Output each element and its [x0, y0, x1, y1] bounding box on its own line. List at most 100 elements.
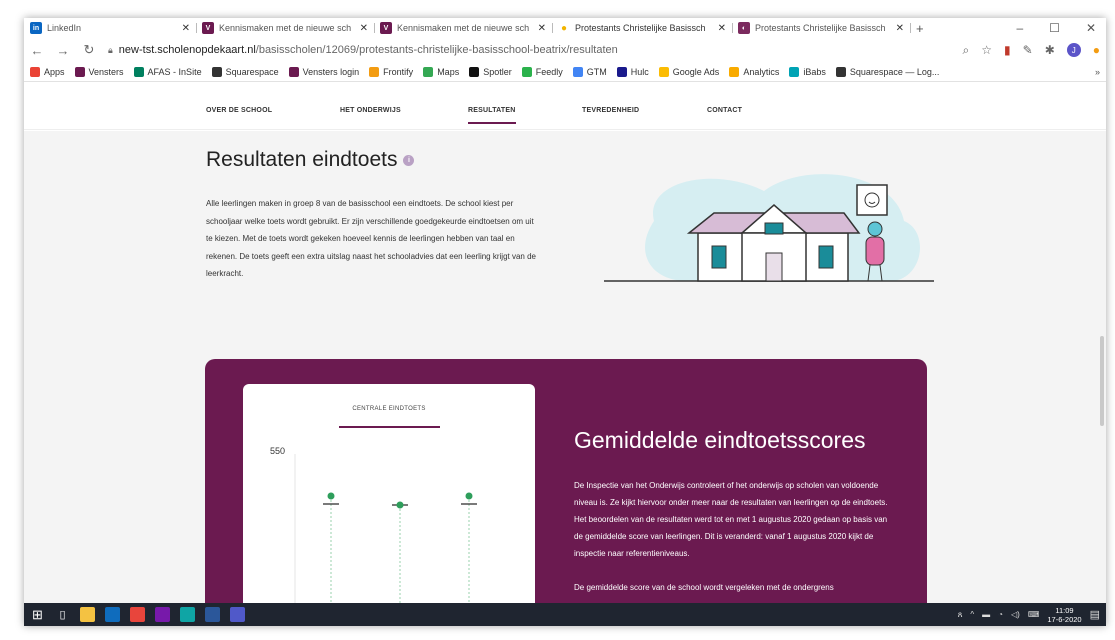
- close-icon[interactable]: ✕: [360, 23, 368, 34]
- windows-start-icon[interactable]: ⊞: [30, 607, 45, 622]
- nav-tevredenheid[interactable]: TEVREDENHEID: [582, 107, 639, 114]
- scholen-icon: ●: [560, 22, 568, 34]
- bookmark-item[interactable]: Google Ads: [658, 66, 720, 77]
- word-icon[interactable]: [205, 607, 220, 622]
- bookmark-icon: [133, 66, 144, 77]
- bookmark-label: Frontify: [383, 66, 414, 77]
- bookmark-label: iBabs: [803, 66, 826, 77]
- close-icon[interactable]: ✕: [182, 23, 190, 34]
- tab-linkedin[interactable]: in LinkedIn ✕: [24, 18, 196, 38]
- tab-kennismaken-2[interactable]: V Kennismaken met de nieuwe sch ✕: [374, 18, 552, 38]
- nav-contact[interactable]: CONTACT: [707, 107, 742, 114]
- new-tab-button[interactable]: +: [910, 18, 934, 38]
- volume-icon[interactable]: ◁): [1011, 610, 1020, 619]
- bookmark-item[interactable]: Squarespace — Log...: [835, 66, 939, 77]
- teams-icon[interactable]: [230, 607, 245, 622]
- bookmark-item[interactable]: Hulc: [616, 66, 649, 77]
- notifications-icon[interactable]: ▤: [1090, 608, 1100, 621]
- intro-text: Alle leerlingen maken in groep 8 van de …: [206, 199, 536, 278]
- bookmark-icon: [74, 66, 85, 77]
- url-domain: new-tst.scholenopdekaart.nl: [118, 44, 256, 56]
- bookmark-icon: [616, 66, 627, 77]
- bookmark-label: Vensters login: [302, 66, 360, 77]
- tab-protestants-2[interactable]: ◐ Protestants Christelijke Basissch ✕: [732, 18, 910, 38]
- tab-label: LinkedIn: [47, 23, 82, 33]
- file-explorer-icon[interactable]: [80, 607, 95, 622]
- panel-paragraph-1: De Inspectie van het Onderwijs controlee…: [574, 481, 888, 558]
- bookmark-item[interactable]: AFAS - InSite: [133, 66, 202, 77]
- scores-panel: CENTRALE EINDTOETS 550 Gemiddelde eindto…: [205, 359, 927, 626]
- puzzle-icon[interactable]: ✱: [1045, 43, 1055, 57]
- vensters-icon: V: [380, 22, 392, 34]
- bookmark-label: Google Ads: [672, 66, 720, 77]
- close-icon[interactable]: ✕: [718, 23, 726, 34]
- task-view-icon[interactable]: ▯: [55, 607, 70, 622]
- chevron-up-icon[interactable]: ^: [970, 610, 974, 619]
- extension-icon[interactable]: ●: [1093, 43, 1100, 57]
- tab-kennismaken-1[interactable]: V Kennismaken met de nieuwe sch ✕: [196, 18, 374, 38]
- panel-title: Gemiddelde eindtoetsscores: [574, 427, 866, 453]
- nav-resultaten[interactable]: RESULTATEN: [468, 107, 516, 124]
- zoom-icon[interactable]: ⌕: [963, 43, 970, 58]
- chart-point[interactable]: [327, 492, 335, 500]
- tab-label: Protestants Christelijke Basissch: [755, 23, 886, 33]
- panel-text: De Inspectie van het Onderwijs controlee…: [574, 477, 896, 596]
- bookmark-item[interactable]: iBabs: [789, 66, 826, 77]
- bookmark-item[interactable]: Frontify: [369, 66, 414, 77]
- wifi-icon[interactable]: ◔: [998, 610, 1003, 619]
- window-controls: – ☐ ✕: [1016, 18, 1106, 38]
- close-icon[interactable]: ✕: [538, 23, 546, 34]
- close-window-icon[interactable]: ✕: [1086, 21, 1096, 35]
- outlook-icon[interactable]: [105, 607, 120, 622]
- keyboard-icon[interactable]: ⌨: [1028, 610, 1040, 619]
- tab-label: Kennismaken met de nieuwe sch: [397, 23, 530, 33]
- score-chart: [294, 454, 477, 626]
- minimize-icon[interactable]: –: [1016, 21, 1023, 35]
- info-icon[interactable]: i: [403, 154, 415, 166]
- url-field[interactable]: 🔒︎ new-tst.scholenopdekaart.nl/basisscho…: [108, 40, 951, 60]
- tab-protestants-active[interactable]: ● Protestants Christelijke Basissch ✕: [552, 18, 732, 38]
- url-path: /basisscholen/12069/protestants-christel…: [255, 44, 618, 56]
- bookmark-item[interactable]: GTM: [572, 66, 607, 77]
- maximize-icon[interactable]: ☐: [1049, 21, 1060, 35]
- clock[interactable]: 11:09 17-6-2020: [1047, 606, 1081, 624]
- bookmark-icon: [469, 66, 480, 77]
- nav-het-onderwijs[interactable]: HET ONDERWIJS: [340, 107, 401, 114]
- reload-icon[interactable]: ↻: [82, 42, 96, 58]
- extension-icon[interactable]: ✎: [1023, 43, 1033, 57]
- bookmark-item[interactable]: Analytics: [729, 66, 779, 77]
- edge-icon[interactable]: [180, 607, 195, 622]
- back-icon[interactable]: ←: [30, 43, 44, 58]
- close-icon[interactable]: ✕: [896, 23, 904, 34]
- forward-icon[interactable]: →: [56, 43, 70, 58]
- clock-time: 11:09: [1055, 605, 1074, 615]
- extension-icon[interactable]: ▮: [1004, 43, 1011, 57]
- bookmark-item[interactable]: Squarespace: [211, 66, 279, 77]
- bookmark-star-icon[interactable]: ☆: [981, 43, 992, 57]
- network-icon[interactable]: ▬: [982, 610, 990, 619]
- bookmark-item[interactable]: Spotler: [469, 66, 512, 77]
- page-title-wrap: Resultaten eindtoets i: [206, 148, 415, 172]
- bookmark-item[interactable]: Vensters login: [288, 66, 360, 77]
- bookmark-item[interactable]: Apps: [30, 66, 65, 77]
- page-title: Resultaten eindtoets: [206, 148, 398, 171]
- onenote-icon[interactable]: [155, 607, 170, 622]
- bookmarks-bar: Apps Vensters AFAS - InSite Squarespace Vens…: [24, 62, 1106, 82]
- bookmark-label: Maps: [437, 66, 460, 77]
- avatar[interactable]: J: [1066, 43, 1081, 57]
- nav-over-de-school[interactable]: OVER DE SCHOOL: [206, 107, 272, 114]
- bookmark-item[interactable]: Maps: [423, 66, 460, 77]
- scrollbar[interactable]: [1100, 336, 1104, 426]
- bookmark-label: Apps: [44, 66, 65, 77]
- bookmarks-overflow-icon[interactable]: »: [1095, 67, 1100, 77]
- system-tray: ጸ ^ ▬ ◔ ◁) ⌨ 11:09 17-6-2020 ▤: [958, 606, 1100, 624]
- bookmark-item[interactable]: Vensters: [74, 66, 124, 77]
- chart-point[interactable]: [396, 501, 404, 509]
- bookmark-item[interactable]: Feedly: [521, 66, 563, 77]
- chrome-icon[interactable]: [130, 607, 145, 622]
- tab-bar: in LinkedIn ✕ V Kennismaken met de nieuw…: [24, 18, 1106, 38]
- toolbar-icons: ⌕ ☆ ▮ ✎ ✱ J ●: [963, 43, 1100, 58]
- chart-point[interactable]: [465, 492, 473, 500]
- tab-label: Protestants Christelijke Basissch: [575, 23, 706, 33]
- people-icon[interactable]: ጸ: [958, 610, 963, 620]
